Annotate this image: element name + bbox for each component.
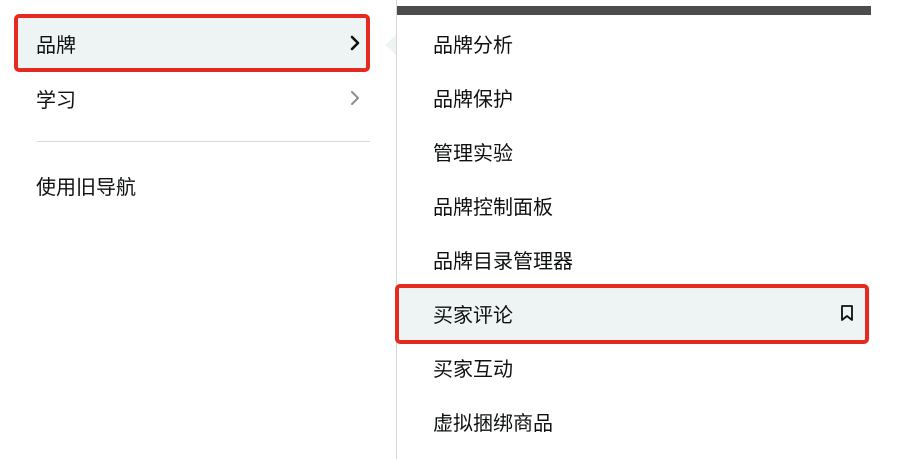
submenu-item-label: 品牌目录管理器 xyxy=(433,248,573,273)
left-menu: 品牌 学习 使用旧导航 xyxy=(0,0,396,459)
chevron-right-icon xyxy=(350,35,360,51)
submenu-item-manage-experiments[interactable]: 管理实验 xyxy=(397,124,870,178)
submenu-item-customer-engagement[interactable]: 买家互动 xyxy=(397,340,870,394)
submenu-top-bar xyxy=(397,6,871,15)
submenu-item-label: 管理实验 xyxy=(433,140,513,165)
submenu-item-label: 虚拟捆绑商品 xyxy=(433,410,553,435)
submenu-item-brand-catalog-manager[interactable]: 品牌目录管理器 xyxy=(397,232,870,286)
submenu-item-virtual-bundles[interactable]: 虚拟捆绑商品 xyxy=(397,394,870,448)
menu-item-label: 品牌 xyxy=(36,32,76,57)
bookmark-icon[interactable] xyxy=(840,305,854,322)
submenu-item-brand-analytics[interactable]: 品牌分析 xyxy=(397,16,870,70)
menu-item-label: 学习 xyxy=(36,87,76,112)
submenu-panel: 品牌分析 品牌保护 管理实验 品牌控制面板 品牌目录管理器 买家评论 买家互动 … xyxy=(396,0,871,459)
submenu-item-customer-reviews[interactable]: 买家评论 xyxy=(397,286,870,340)
submenu-item-brand-dashboard[interactable]: 品牌控制面板 xyxy=(397,178,870,232)
menu-item-brand[interactable]: 品牌 xyxy=(16,16,368,70)
submenu-item-label: 买家评论 xyxy=(433,302,513,327)
navigation-flyout: 品牌 学习 使用旧导航 品牌分析 品牌保护 管理实验 品牌控制面板 品牌目录管理… xyxy=(0,0,900,459)
submenu-item-label: 买家互动 xyxy=(433,356,513,381)
submenu-item-label: 品牌分析 xyxy=(433,32,513,57)
menu-divider xyxy=(37,141,370,142)
menu-item-old-navigation[interactable]: 使用旧导航 xyxy=(16,158,368,212)
submenu-item-label: 品牌控制面板 xyxy=(433,194,553,219)
menu-item-label: 使用旧导航 xyxy=(36,174,136,199)
submenu-item-brand-protection[interactable]: 品牌保护 xyxy=(397,70,870,124)
chevron-right-icon xyxy=(351,91,359,105)
menu-item-learn[interactable]: 学习 xyxy=(16,71,368,125)
submenu-item-label: 品牌保护 xyxy=(433,86,513,111)
